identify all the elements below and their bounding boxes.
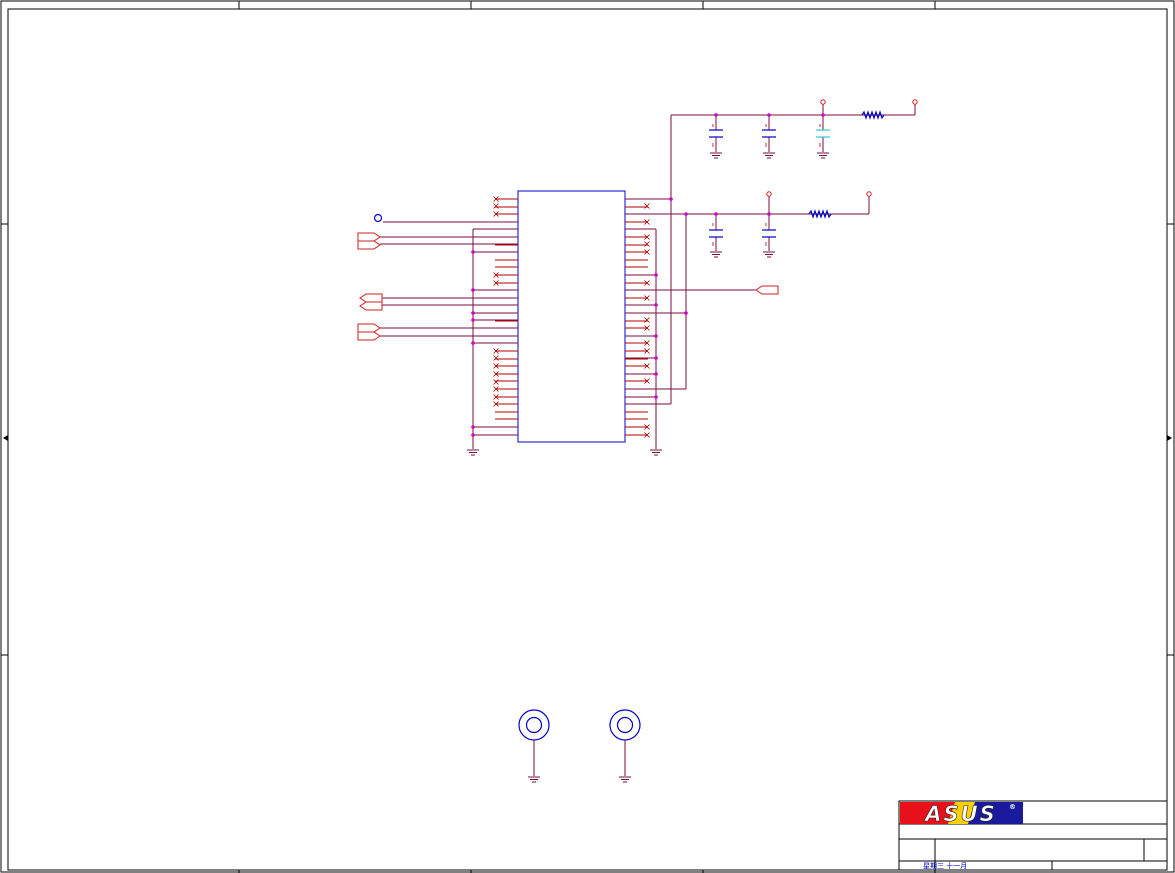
resistor-2	[808, 209, 832, 219]
junction-dot	[471, 288, 475, 292]
capacitor-c2	[762, 129, 776, 138]
zone-arrows	[3, 435, 1172, 441]
junction-dot	[684, 311, 688, 315]
capacitor-c4	[709, 229, 723, 238]
power-point-1	[820, 99, 826, 105]
registered-mark: ®	[1009, 803, 1016, 811]
junction-dot	[654, 372, 658, 376]
junction-dot	[821, 113, 825, 117]
mounting-hole-1	[518, 709, 550, 741]
resistor-1	[861, 110, 885, 120]
ic-left-pins	[495, 198, 518, 436]
no-connect-marks	[493, 196, 650, 438]
junction-dot	[654, 395, 658, 399]
offpage-connector-in-3	[357, 323, 381, 333]
offpage-connector-in-1	[357, 232, 381, 242]
junction-dot	[654, 334, 658, 338]
sheet-border	[0, 0, 1175, 873]
mounting-hole-wires	[533, 740, 626, 776]
input-test-point[interactable]	[373, 213, 383, 223]
offpage-connectors-left[interactable]	[357, 232, 383, 341]
junction-dot	[654, 273, 658, 277]
junction-dot	[684, 212, 688, 216]
junction-dot	[654, 303, 658, 307]
title-block-date: 星期三 十一月	[923, 861, 967, 870]
junction-dot	[714, 113, 718, 117]
resistors[interactable]	[808, 110, 885, 219]
ic-body[interactable]	[517, 190, 626, 443]
junction-dot	[471, 318, 475, 322]
offpage-connector-out-2	[359, 301, 383, 311]
offpage-connector-out-3[interactable]	[755, 285, 779, 295]
power-point-2	[912, 99, 918, 105]
ic-right-pins	[625, 198, 648, 436]
asus-logo: ASUS ®	[900, 802, 1023, 826]
junction-dot	[471, 433, 475, 437]
left-wires	[380, 221, 518, 449]
junction-dot	[471, 250, 475, 254]
schematic-sheet: ASUS ® 星期三 十一月	[0, 0, 1175, 873]
junction-dot	[669, 197, 673, 201]
capacitor-c1	[709, 129, 723, 138]
asus-logo-text: ASUS	[923, 802, 997, 826]
junction-dot	[471, 311, 475, 315]
ground-symbols	[467, 152, 829, 783]
mounting-hole-2	[609, 709, 641, 741]
power-point-3	[766, 191, 772, 197]
junction-dot	[471, 341, 475, 345]
junction-dot	[714, 212, 718, 216]
junction-dot	[767, 212, 771, 216]
power-point-4	[866, 191, 872, 197]
cap-pin-ticks	[712, 124, 821, 246]
offpage-connector-in-2	[357, 240, 381, 250]
junction-dot	[767, 113, 771, 117]
junction-dot	[471, 425, 475, 429]
capacitor-c3	[816, 129, 830, 138]
capacitor-c5	[762, 229, 776, 238]
power-points[interactable]	[766, 99, 918, 197]
junction-dot	[654, 356, 658, 360]
mounting-holes[interactable]	[518, 709, 641, 741]
offpage-connector-out-1	[359, 293, 383, 303]
offpage-connector-in-4	[357, 331, 381, 341]
